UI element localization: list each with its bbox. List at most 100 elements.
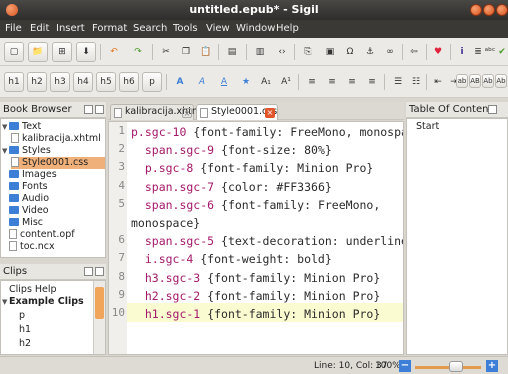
heading-h3-button[interactable]: h3: [50, 72, 70, 92]
menu-tools[interactable]: Tools: [173, 23, 198, 34]
clip-group-example[interactable]: ▼ Example Clips: [2, 296, 84, 308]
numbered-list-icon[interactable]: ☷: [406, 72, 426, 92]
code-line[interactable]: span.sgc-6 {font-family: FreeMono,: [131, 197, 403, 214]
insert-special-char-icon[interactable]: Ω: [340, 42, 360, 62]
link-icon[interactable]: ∞: [380, 42, 400, 62]
tab-style0001[interactable]: Style0001.css ×: [196, 104, 278, 120]
close-clips-icon[interactable]: [95, 267, 104, 276]
zoom-out-button[interactable]: −: [399, 360, 411, 372]
paragraph-button[interactable]: p: [142, 72, 162, 92]
code-line[interactable]: p.sgc-8 {font-family: Minion Pro}: [131, 160, 403, 177]
donate-heart-icon[interactable]: ♥: [428, 42, 448, 62]
clip-h2[interactable]: h2: [19, 338, 31, 350]
undo-icon[interactable]: ↶: [104, 42, 124, 62]
close-window-button[interactable]: [496, 4, 508, 16]
split-view-icon[interactable]: ▥: [250, 42, 270, 62]
code-editor[interactable]: 1 p.sgc-10 {font-family: FreeMono, monosp…: [108, 121, 404, 355]
code-line[interactable]: p.sgc-10 {font-family: FreeMono, monospa…: [131, 124, 403, 141]
redo-icon[interactable]: ↷: [128, 42, 148, 62]
underline-icon[interactable]: A: [214, 72, 234, 92]
menu-window[interactable]: Window: [236, 23, 275, 34]
book-view-icon[interactable]: ▤: [222, 42, 242, 62]
heading-h5-button[interactable]: h5: [96, 72, 116, 92]
clip-p[interactable]: p: [19, 310, 25, 322]
book-browser-header: Book Browser: [0, 102, 106, 118]
back-icon[interactable]: ⇦: [404, 42, 424, 62]
code-line[interactable]: span.sgc-9 {font-size: 80%}: [131, 142, 403, 159]
tree-file-kalibracija[interactable]: kalibracija.xhtml: [11, 133, 101, 145]
tree-folder-text[interactable]: ▼ Text: [2, 121, 41, 133]
code-line[interactable]: span.sgc-5 {text-decoration: underline}: [131, 233, 403, 250]
code-line[interactable]: h2.sgc-2 {font-family: Minion Pro}: [131, 288, 403, 305]
clip-h1[interactable]: h1: [19, 324, 31, 336]
titlecase-button[interactable]: Ab: [482, 74, 494, 88]
code-line[interactable]: i.sgc-4 {font-weight: bold}: [131, 251, 403, 268]
zoom-slider[interactable]: [415, 366, 481, 369]
float-clips-icon[interactable]: [84, 267, 93, 276]
code-line[interactable]: h1.sgc-1 {font-family: Minion Pro}: [131, 306, 403, 323]
subscript-icon[interactable]: A₁: [256, 72, 276, 92]
maximize-button[interactable]: [483, 4, 495, 16]
new-file-icon[interactable]: ▢: [4, 42, 24, 62]
strikethrough-icon[interactable]: ★: [236, 72, 256, 92]
menu-search[interactable]: Search: [133, 23, 167, 34]
tree-file-style0001[interactable]: Style0001.css: [11, 157, 105, 169]
menu-format[interactable]: Format: [92, 23, 127, 34]
align-center-icon[interactable]: ≡: [322, 72, 342, 92]
menu-file[interactable]: File: [5, 23, 22, 34]
add-file-icon[interactable]: ⊞: [52, 42, 72, 62]
tree-folder-images[interactable]: Images: [9, 169, 57, 181]
lowercase-button[interactable]: ab: [456, 74, 468, 88]
align-justify-icon[interactable]: ≡: [362, 72, 382, 92]
clips-scrollbar[interactable]: [93, 281, 105, 354]
menu-insert[interactable]: Insert: [56, 23, 85, 34]
heading-h6-button[interactable]: h6: [119, 72, 139, 92]
tree-file-toc-ncx[interactable]: toc.ncx: [9, 241, 55, 253]
tree-file-content-opf[interactable]: content.opf: [9, 229, 75, 241]
paste-icon[interactable]: 📋: [196, 42, 216, 62]
italic-icon[interactable]: A: [192, 72, 212, 92]
heading-h1-button[interactable]: h1: [4, 72, 24, 92]
zoom-in-button[interactable]: +: [486, 360, 498, 372]
code-line[interactable]: h3.sgc-3 {font-family: Minion Pro}: [131, 270, 403, 287]
zoom-slider-handle[interactable]: [449, 361, 463, 372]
bold-icon[interactable]: A: [170, 72, 190, 92]
anchor-icon[interactable]: ⚓: [360, 42, 380, 62]
tab-kalibracija[interactable]: kalibracija.xhtml ×: [110, 104, 204, 120]
uppercase-button[interactable]: AB: [469, 74, 481, 88]
capitalize-button[interactable]: Ab: [495, 74, 507, 88]
code-line[interactable]: span.sgc-7 {color: #FF3366}: [131, 179, 403, 196]
align-right-icon[interactable]: ≡: [342, 72, 362, 92]
tree-folder-video[interactable]: Video: [9, 205, 49, 217]
menu-view[interactable]: View: [206, 23, 230, 34]
tree-folder-audio[interactable]: Audio: [9, 193, 49, 205]
float-toc-icon[interactable]: [488, 105, 497, 114]
superscript-icon[interactable]: A¹: [276, 72, 296, 92]
heading-h2-button[interactable]: h2: [27, 72, 47, 92]
tree-folder-fonts[interactable]: Fonts: [9, 181, 48, 193]
cut-icon[interactable]: ✂: [156, 42, 176, 62]
status-bar: Line: 10, Col: 37 100% − +: [0, 356, 508, 374]
code-line[interactable]: monospace}: [131, 215, 403, 232]
tree-folder-misc[interactable]: Misc: [9, 217, 43, 229]
insert-image-icon[interactable]: ▣: [320, 42, 340, 62]
split-chapter-icon[interactable]: ⎘: [298, 42, 318, 62]
menu-help[interactable]: Help: [276, 23, 299, 34]
close-tab-icon[interactable]: ×: [182, 108, 192, 118]
heading-h4-button[interactable]: h4: [73, 72, 93, 92]
clip-help[interactable]: Clips Help: [9, 284, 57, 296]
menu-edit[interactable]: Edit: [30, 23, 49, 34]
float-panel-icon[interactable]: [84, 105, 93, 114]
close-tab-icon[interactable]: ×: [265, 108, 275, 118]
minimize-button[interactable]: [470, 4, 482, 16]
close-panel-icon[interactable]: [95, 105, 104, 114]
code-view-icon[interactable]: ‹›: [272, 42, 292, 62]
save-icon[interactable]: ⬇: [76, 42, 96, 62]
open-folder-icon[interactable]: 📁: [28, 42, 48, 62]
toc-item-start[interactable]: Start: [416, 121, 439, 133]
bullet-list-icon[interactable]: ☰: [388, 72, 408, 92]
align-left-icon[interactable]: ≡: [302, 72, 322, 92]
copy-icon[interactable]: ❐: [176, 42, 196, 62]
tree-folder-styles[interactable]: ▼ Styles: [2, 145, 51, 157]
validate-icon[interactable]: ✔: [492, 42, 508, 62]
